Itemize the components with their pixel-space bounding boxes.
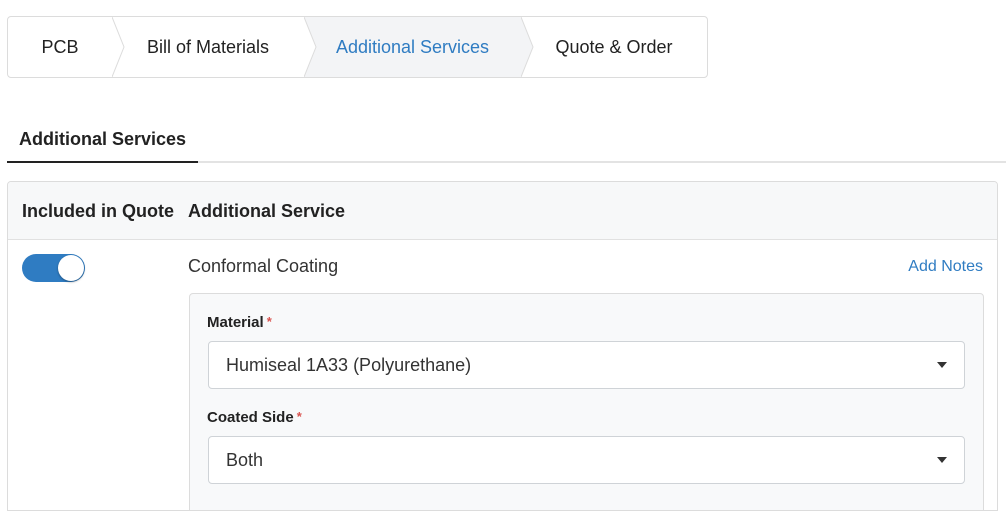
required-asterisk: * <box>266 314 272 329</box>
field-label-text: Material <box>207 314 264 331</box>
chevron-right-icon <box>304 17 322 77</box>
step-label: Quote & Order <box>555 36 673 57</box>
step-pcb[interactable]: PCB <box>8 17 112 77</box>
toggle-knob <box>58 255 84 281</box>
step-label: Additional Services <box>335 36 490 57</box>
tab-additional-services[interactable]: Additional Services <box>7 118 198 163</box>
material-select[interactable]: Humiseal 1A33 (Polyurethane) <box>208 341 965 389</box>
tab-label: Additional Services <box>18 129 187 149</box>
coated-side-label: Coated Side * <box>207 409 302 426</box>
service-options-panel: Material * Humiseal 1A33 (Polyurethane) C… <box>189 293 984 510</box>
step-additional-services[interactable]: Additional Services <box>304 17 521 77</box>
chevron-right-icon <box>112 17 130 77</box>
coated-side-select[interactable]: Both <box>208 436 965 484</box>
step-label: PCB <box>41 36 79 57</box>
table-header: Included in Quote Additional Service <box>8 182 997 240</box>
required-asterisk: * <box>296 409 302 424</box>
material-label: Material * <box>207 314 272 331</box>
column-header-included: Included in Quote <box>22 200 174 221</box>
chevron-right-icon <box>521 17 539 77</box>
selected-value: Humiseal 1A33 (Polyurethane) <box>226 354 472 375</box>
included-in-quote-toggle[interactable] <box>22 254 85 282</box>
selected-value: Both <box>226 449 264 470</box>
field-label-text: Coated Side <box>207 409 294 426</box>
services-table: Included in Quote Additional Service Con… <box>7 181 998 511</box>
step-bill-of-materials[interactable]: Bill of Materials <box>112 17 304 77</box>
add-notes-link[interactable]: Add Notes <box>908 258 983 276</box>
caret-down-icon <box>937 362 947 368</box>
step-quote-and-order[interactable]: Quote & Order <box>521 17 707 77</box>
caret-down-icon <box>937 457 947 463</box>
progress-stepper: PCB Bill of Materials Additional Service… <box>7 16 708 78</box>
column-header-service: Additional Service <box>188 200 346 221</box>
step-label: Bill of Materials <box>146 36 270 57</box>
tab-bar: Additional Services <box>7 118 1006 163</box>
service-name: Conformal Coating <box>188 256 339 276</box>
